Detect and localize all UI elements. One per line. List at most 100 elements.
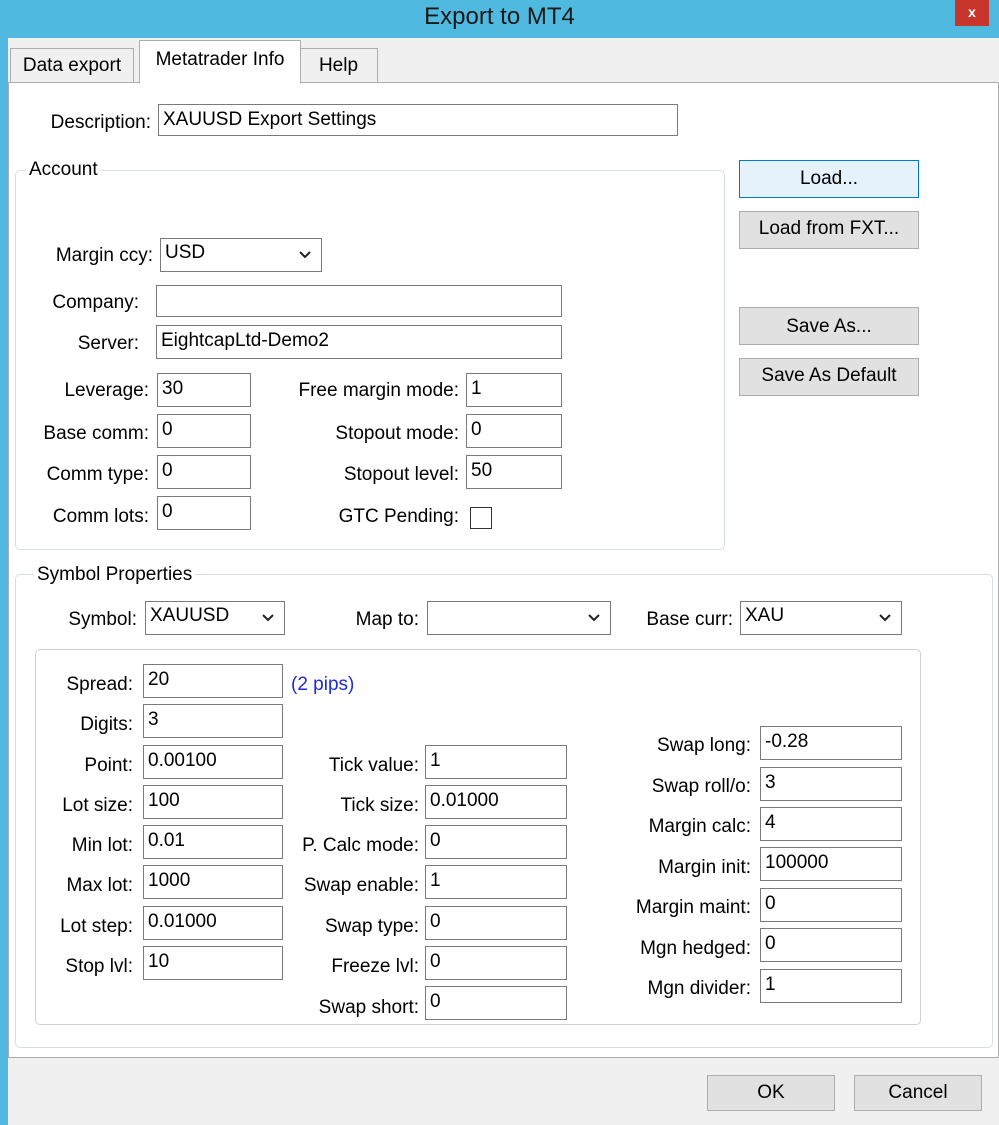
min-lot-label: Min lot: [71, 835, 133, 856]
base-curr-value: XAU [745, 605, 785, 626]
server-input[interactable]: EightcapLtd-Demo2 [156, 325, 562, 359]
save-as-default-button[interactable]: Save As Default [739, 358, 919, 396]
spread-label: Spread: [66, 674, 133, 695]
description-input[interactable]: XAUUSD Export Settings [158, 104, 678, 136]
metatrader-info-panel: Description: XAUUSD Export Settings Acco… [8, 82, 999, 1058]
swap-type-input[interactable]: 0 [425, 906, 567, 940]
stop-lvl-label: Stop lvl: [65, 956, 133, 977]
spread-input[interactable]: 20 [143, 664, 283, 698]
chevron-down-icon [879, 614, 891, 622]
swap-short-input[interactable]: 0 [425, 986, 567, 1020]
symbol-value: XAUUSD [150, 605, 230, 626]
margin-init-input[interactable]: 100000 [760, 847, 902, 881]
stopout-level-input[interactable]: 50 [466, 455, 562, 489]
lot-step-input[interactable]: 0.01000 [143, 906, 283, 940]
server-label: Server: [77, 333, 139, 354]
map-to-select[interactable] [427, 601, 611, 635]
swap-rollover-input[interactable]: 3 [760, 767, 902, 801]
comm-type-input[interactable]: 0 [157, 455, 251, 489]
tab-strip: Data export Metatrader Info Help [8, 38, 999, 84]
leverage-input[interactable]: 30 [157, 373, 251, 407]
freeze-lvl-input[interactable]: 0 [425, 946, 567, 980]
free-margin-mode-label: Free margin mode: [298, 380, 459, 401]
chevron-down-icon [588, 614, 600, 622]
company-label: Company: [52, 292, 139, 313]
margin-ccy-value: USD [165, 242, 206, 263]
comm-lots-label: Comm lots: [52, 506, 149, 527]
lot-step-label: Lot step: [60, 916, 133, 937]
window-title: Export to MT4 [424, 3, 575, 30]
max-lot-label: Max lot: [66, 875, 133, 896]
margin-calc-label: Margin calc: [648, 816, 751, 837]
tick-size-label: Tick size: [340, 795, 419, 816]
stopout-mode-input[interactable]: 0 [466, 414, 562, 448]
margin-init-label: Margin init: [658, 857, 751, 878]
load-button[interactable]: Load... [739, 160, 919, 198]
save-as-button[interactable]: Save As... [739, 307, 919, 345]
base-curr-select[interactable]: XAU [740, 601, 902, 635]
swap-type-label: Swap type: [325, 916, 419, 937]
tab-metatrader-info[interactable]: Metatrader Info [139, 40, 301, 84]
digits-input[interactable]: 3 [143, 704, 283, 738]
margin-calc-input[interactable]: 4 [760, 807, 902, 841]
margin-ccy-label: Margin ccy: [55, 245, 153, 266]
comm-type-label: Comm type: [46, 464, 149, 485]
margin-ccy-select[interactable]: USD [160, 238, 322, 272]
base-comm-label: Base comm: [43, 423, 149, 444]
close-button[interactable]: x [955, 0, 989, 26]
p-calc-mode-input[interactable]: 0 [425, 825, 567, 859]
symbol-label: Symbol: [68, 609, 137, 630]
stopout-level-label: Stopout level: [343, 464, 459, 485]
export-dialog-window: Export to MT4 x Data export Metatrader I… [0, 0, 999, 1125]
leverage-label: Leverage: [64, 380, 149, 401]
symbol-select[interactable]: XAUUSD [145, 601, 285, 635]
swap-short-label: Swap short: [318, 997, 419, 1018]
point-input[interactable]: 0.00100 [143, 745, 283, 779]
swap-long-label: Swap long: [656, 735, 751, 756]
stop-lvl-input[interactable]: 10 [143, 946, 283, 980]
comm-lots-input[interactable]: 0 [157, 496, 251, 530]
gtc-pending-label: GTC Pending: [338, 506, 459, 527]
account-group [15, 170, 725, 550]
company-input[interactable] [156, 285, 562, 317]
p-calc-mode-label: P. Calc mode: [302, 835, 419, 856]
lot-size-input[interactable]: 100 [143, 785, 283, 819]
gtc-pending-checkbox[interactable] [470, 507, 492, 529]
free-margin-mode-input[interactable]: 1 [466, 373, 562, 407]
tick-size-input[interactable]: 0.01000 [425, 785, 567, 819]
tick-value-label: Tick value: [328, 755, 419, 776]
swap-long-input[interactable]: -0.28 [760, 726, 902, 760]
mgn-divider-input[interactable]: 1 [760, 969, 902, 1003]
tab-help[interactable]: Help [299, 48, 378, 84]
point-label: Point: [84, 755, 133, 776]
margin-maint-input[interactable]: 0 [760, 888, 902, 922]
swap-rollover-label: Swap roll/o: [651, 776, 751, 797]
freeze-lvl-label: Freeze lvl: [331, 956, 419, 977]
load-from-fxt-button[interactable]: Load from FXT... [739, 211, 919, 249]
max-lot-input[interactable]: 1000 [143, 865, 283, 899]
tab-data-export[interactable]: Data export [10, 48, 134, 84]
mgn-hedged-input[interactable]: 0 [760, 928, 902, 962]
digits-label: Digits: [80, 714, 133, 735]
min-lot-input[interactable]: 0.01 [143, 825, 283, 859]
lot-size-label: Lot size: [62, 795, 133, 816]
base-comm-input[interactable]: 0 [157, 414, 251, 448]
stopout-mode-label: Stopout mode: [335, 423, 459, 444]
cancel-button[interactable]: Cancel [854, 1075, 982, 1111]
swap-enable-input[interactable]: 1 [425, 865, 567, 899]
spread-pips-note: (2 pips) [291, 674, 355, 695]
chevron-down-icon [299, 251, 311, 259]
account-group-title: Account [26, 159, 101, 181]
mgn-divider-label: Mgn divider: [647, 978, 752, 999]
dialog-client-area: Data export Metatrader Info Help Descrip… [8, 38, 999, 1125]
chevron-down-icon [262, 614, 274, 622]
symbol-properties-title: Symbol Properties [34, 564, 196, 586]
map-to-label: Map to: [355, 609, 419, 630]
tick-value-input[interactable]: 1 [425, 745, 567, 779]
swap-enable-label: Swap enable: [303, 875, 419, 896]
margin-maint-label: Margin maint: [635, 897, 751, 918]
ok-button[interactable]: OK [707, 1075, 835, 1111]
base-curr-label: Base curr: [646, 609, 733, 630]
title-bar[interactable]: Export to MT4 x [0, 0, 999, 38]
description-label: Description: [50, 112, 151, 133]
